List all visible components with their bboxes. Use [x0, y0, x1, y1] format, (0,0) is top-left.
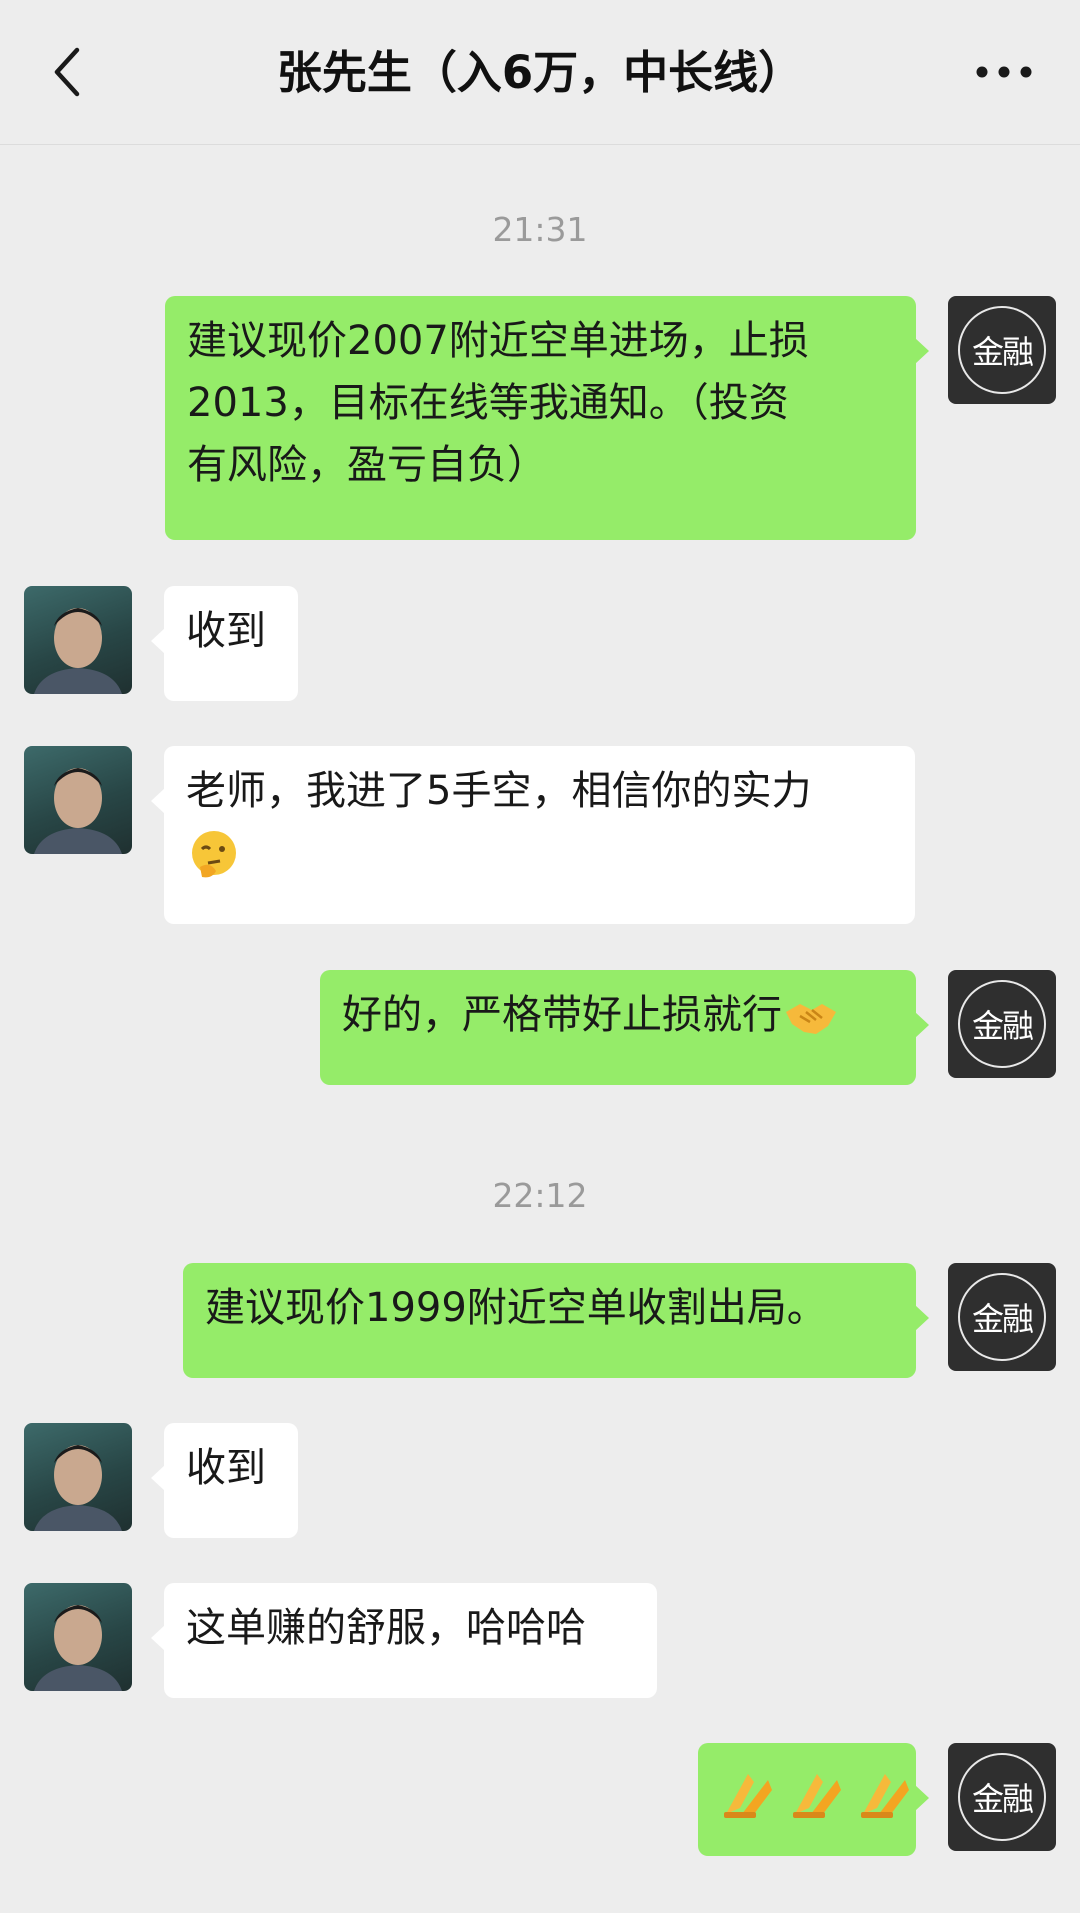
avatar-logo: 金融 [958, 1273, 1046, 1361]
chat-title: 张先生（入6万，中长线） [276, 46, 804, 99]
message-text-line: 2013，目标在线等我通知。（投资 [187, 380, 789, 426]
bubble-tail [151, 628, 165, 654]
contact-avatar[interactable]: 金融 [948, 296, 1056, 404]
avatar-logo: 金融 [958, 306, 1046, 394]
more-button[interactable] [964, 44, 1044, 100]
thinking-face-icon [192, 831, 236, 878]
bubble-tail [151, 1625, 165, 1651]
message-bubble-outgoing[interactable] [698, 1743, 929, 1856]
bubble-tail [915, 338, 929, 364]
message-bubble-incoming[interactable]: 这单赚的舒服，哈哈哈 [151, 1583, 657, 1698]
back-button[interactable] [36, 36, 96, 108]
folded-hands-icon [792, 1774, 841, 1818]
bubble-tail [915, 1012, 929, 1038]
message-text: 好的，严格带好止损就行 [342, 992, 782, 1038]
contact-avatar[interactable]: 金融 [948, 1743, 1056, 1851]
user-avatar[interactable] [24, 1423, 132, 1531]
message-bubble-outgoing[interactable]: 好的，严格带好止损就行 [320, 970, 929, 1085]
message-bubble-incoming[interactable]: 收到 [151, 1423, 298, 1538]
avatar-logo: 金融 [958, 1753, 1046, 1841]
user-photo-icon [34, 608, 122, 694]
message-bubble-incoming[interactable]: 收到 [151, 586, 298, 701]
message-bubble-outgoing[interactable]: 建议现价1999附近空单收割出局。 [183, 1263, 929, 1378]
user-photo-icon [34, 768, 122, 854]
navigation-bar: 张先生（入6万，中长线） [0, 0, 1080, 145]
bubble-tail [915, 1305, 929, 1331]
message-content: 好的，严格带好止损就行 [342, 984, 894, 1046]
avatar-logo-text: 金融 [971, 1780, 1034, 1818]
handshake-icon [786, 1004, 836, 1034]
contact-avatar[interactable]: 金融 [948, 1263, 1056, 1371]
user-photo-icon [34, 1605, 122, 1691]
folded-hands-icon [724, 1774, 772, 1818]
bubble-tail [915, 1785, 929, 1811]
avatar-logo-text: 金融 [971, 333, 1034, 371]
message-bubble-incoming[interactable]: 老师，我进了5手空，相信你的实力 [151, 746, 915, 924]
timestamp: 21:31 [492, 210, 588, 249]
timestamp: 22:12 [492, 1176, 588, 1215]
user-avatar[interactable] [24, 586, 132, 694]
message-text-line: 建议现价2007附近空单进场，止损 [187, 318, 809, 364]
message-text: 这单赚的舒服，哈哈哈 [186, 1605, 586, 1651]
message-bubble-outgoing[interactable]: 建议现价2007附近空单进场，止损 2013，目标在线等我通知。（投资 有风险，… [165, 296, 929, 540]
message-text: 收到 [186, 608, 266, 654]
folded-hands-icon [861, 1774, 910, 1818]
bubble-tail [151, 1465, 165, 1491]
message-text: 收到 [186, 1445, 266, 1491]
avatar-logo-text: 金融 [971, 1007, 1034, 1045]
more-dots-icon [976, 66, 1032, 78]
message-emoji-line [186, 822, 893, 884]
user-avatar[interactable] [24, 746, 132, 854]
bubble-tail [151, 788, 165, 814]
chevron-left-icon [54, 47, 80, 97]
user-photo-icon [34, 1445, 122, 1531]
message-text-line: 老师，我进了5手空，相信你的实力 [186, 768, 812, 814]
message-emoji-row [720, 1757, 910, 1823]
avatar-logo-text: 金融 [971, 1300, 1034, 1338]
user-avatar[interactable] [24, 1583, 132, 1691]
avatar-logo: 金融 [958, 980, 1046, 1068]
message-text-line: 有风险，盈亏自负） [187, 442, 547, 488]
contact-avatar[interactable]: 金融 [948, 970, 1056, 1078]
message-text: 建议现价1999附近空单收割出局。 [205, 1285, 827, 1331]
